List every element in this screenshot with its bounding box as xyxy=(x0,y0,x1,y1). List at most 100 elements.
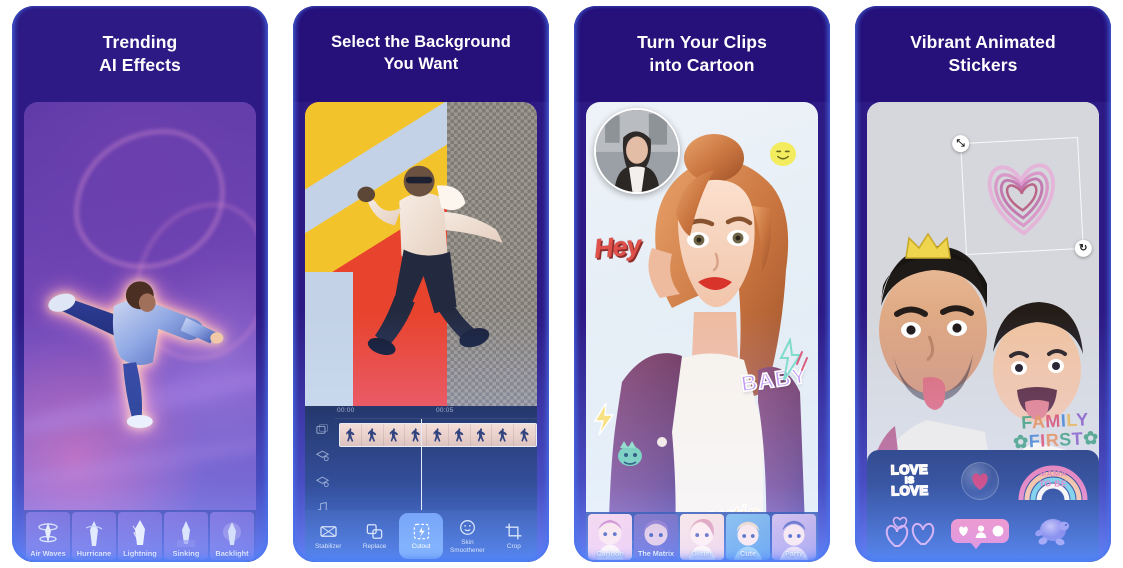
effect-label: Hurricane xyxy=(76,549,112,558)
video-preview xyxy=(305,102,537,406)
style-item-party[interactable]: Party xyxy=(772,514,816,560)
style-label: The Matrix xyxy=(638,549,674,558)
mama-to-be-label: MAMA TO BE xyxy=(1038,468,1068,489)
tool-label: Skin Smoothener xyxy=(450,539,485,554)
effect-item-sinking[interactable]: Sinking xyxy=(164,512,208,560)
playhead[interactable] xyxy=(421,419,423,510)
timeline-clip[interactable] xyxy=(339,423,537,447)
heart-bubble-sticker[interactable] xyxy=(961,462,999,500)
original-clip-preview[interactable] xyxy=(594,108,680,194)
crop-icon xyxy=(505,523,522,540)
tool-label: Replace xyxy=(362,542,387,550)
clip-frame xyxy=(492,424,515,446)
tool-replace[interactable]: Replace xyxy=(352,513,396,559)
sticker-cell-heart-bubble[interactable] xyxy=(947,458,1013,504)
page-title: Turn Your Clips into Cartoon xyxy=(637,31,767,75)
love-is-love-sticker[interactable]: LOVE IS LOVE xyxy=(890,461,930,499)
screenshot-panel-cartoon: Turn Your Clips into Cartoon Hey BABY Ca… xyxy=(574,6,830,562)
screenshot-panel-select-background: Select the Background You Want 00:00 00:… xyxy=(293,6,549,562)
effect-item-backlight[interactable]: Backlight xyxy=(210,512,254,560)
panel-header: Trending AI Effects xyxy=(12,6,268,102)
lightning-bolts-sticker-icon[interactable] xyxy=(776,338,810,382)
effect-item-lightning[interactable]: Lightning xyxy=(118,512,162,560)
air-waves-thumbnail-icon xyxy=(38,523,58,544)
crown-sticker-icon[interactable] xyxy=(903,230,953,262)
video-timeline[interactable]: 00:00 00:05 xyxy=(305,406,537,514)
style-item-cute[interactable]: Cute xyxy=(726,514,770,560)
purple-turtle-sticker[interactable] xyxy=(1033,514,1073,548)
overlay-track-icon[interactable] xyxy=(315,448,330,463)
sticker-cell-social-reactions[interactable] xyxy=(947,508,1013,554)
effect-label: Sinking xyxy=(172,549,200,558)
resize-handle[interactable]: ⤡ xyxy=(951,134,970,153)
phone-screen: Hey BABY cutie xyxy=(586,102,818,562)
cutout-icon xyxy=(413,523,429,540)
editor-toolbar[interactable]: Stabilizer Replace Cutout Skin Smoothene… xyxy=(305,510,537,562)
style-item-the-matrix[interactable]: The Matrix xyxy=(634,514,678,560)
effect-label: Backlight xyxy=(215,549,249,558)
effect-label: Lightning xyxy=(123,549,157,558)
clips-track-icon[interactable] xyxy=(315,422,330,437)
neon-heart-sticker[interactable] xyxy=(972,151,1072,242)
effects-carousel[interactable]: Air Waves Hurricane Lightning Sinking Ba… xyxy=(24,510,256,562)
timecode-start: 00:00 xyxy=(337,407,355,414)
social-reactions-sticker[interactable] xyxy=(951,519,1009,549)
dino-sticker-icon[interactable] xyxy=(614,438,646,468)
screenshot-panel-animated-stickers: Vibrant Animated Stickers ⤡ ↻ FAMILY ✿FI… xyxy=(855,6,1111,562)
mama-to-be-sticker[interactable]: MAMA TO BE xyxy=(1017,460,1089,502)
outline-hearts-sticker[interactable] xyxy=(881,514,939,548)
sticker-tray[interactable]: LOVE IS LOVE MAMA TO BE xyxy=(867,450,1099,562)
clip-frame xyxy=(361,424,384,446)
style-label: Glitter xyxy=(691,549,713,558)
panel-header: Select the Background You Want xyxy=(293,6,549,102)
style-item-glitter[interactable]: Glitter xyxy=(680,514,724,560)
circle-reaction-icon xyxy=(992,525,1003,537)
person-reaction-icon xyxy=(975,525,986,538)
tool-stabilizer[interactable]: Stabilizer xyxy=(306,513,350,559)
page-title: Vibrant Animated Stickers xyxy=(910,31,1056,75)
tool-skin-smoothener[interactable]: Skin Smoothener xyxy=(445,513,489,559)
replace-icon xyxy=(366,524,383,539)
sticker-selection-box[interactable]: ⤡ ↻ xyxy=(951,134,1093,258)
style-label: Cartoon xyxy=(596,549,624,558)
track-icon-column[interactable] xyxy=(309,422,335,515)
sticker-cell-love-is-love[interactable]: LOVE IS LOVE xyxy=(877,458,943,504)
tool-label: Stabilizer xyxy=(315,542,342,550)
glow-outline xyxy=(47,212,233,479)
sticker-cell-outline-hearts[interactable] xyxy=(877,508,943,554)
smiley-sticker-icon[interactable] xyxy=(770,142,796,166)
phone-screen: 00:00 00:05 Stabilizer Replace Cutout Sk… xyxy=(305,102,537,562)
jumping-person xyxy=(357,166,503,356)
lightning-thumbnail-icon xyxy=(132,520,145,546)
clip-frame xyxy=(427,424,449,446)
lightning-bolt-sticker-icon[interactable] xyxy=(592,402,616,436)
effect-item-hurricane[interactable]: Hurricane xyxy=(72,512,116,560)
style-label: Cute xyxy=(740,549,756,558)
tool-cutout[interactable]: Cutout xyxy=(398,513,444,559)
style-item-cartoon[interactable]: Cartoon xyxy=(588,514,632,560)
screenshot-panel-trending-ai-effects: Trending AI Effects Air Waves Hurricane … xyxy=(12,6,268,562)
tool-crop[interactable]: Crop xyxy=(492,513,536,559)
skin-smoothener-icon xyxy=(459,520,475,536)
sticker-cell-purple-turtle[interactable] xyxy=(1017,508,1089,554)
style-label: Party xyxy=(785,549,803,558)
clip-frame xyxy=(405,424,428,446)
tool-label: Crop xyxy=(506,542,521,550)
dancer-silhouette xyxy=(48,281,224,429)
clip-frame xyxy=(470,424,493,446)
clip-frame xyxy=(340,424,362,446)
sticker-cell-mama-to-be[interactable]: MAMA TO BE xyxy=(1017,458,1089,504)
original-photo xyxy=(596,110,678,192)
timeline-ruler: 00:00 00:05 xyxy=(335,406,537,419)
style-carousel[interactable]: Cartoon The Matrix Glitter Cute Party xyxy=(586,512,818,562)
sticker-hey[interactable]: Hey xyxy=(593,230,642,265)
page-title: Select the Background You Want xyxy=(331,33,511,73)
phone-screen: ⤡ ↻ FAMILY ✿FIRST✿ LOVE IS LOVE MAMA TO … xyxy=(867,102,1099,562)
sinking-thumbnail-icon xyxy=(177,521,195,548)
shirt-graphic-text: FAMILY ✿FIRST✿ xyxy=(1002,409,1099,452)
red-heart-icon xyxy=(972,473,988,490)
heart-reaction-icon xyxy=(958,526,968,537)
effect-label: Air Waves xyxy=(30,549,66,558)
effect-track-icon[interactable] xyxy=(315,474,330,489)
effect-item-air-waves[interactable]: Air Waves xyxy=(26,512,70,560)
